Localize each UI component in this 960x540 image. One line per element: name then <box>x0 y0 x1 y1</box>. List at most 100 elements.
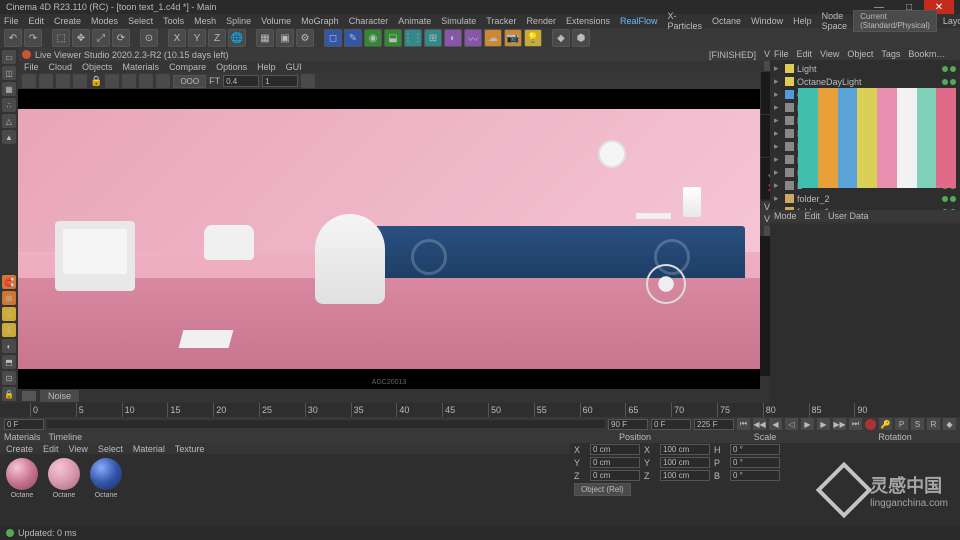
lv-menu-options[interactable]: Options <box>216 62 247 72</box>
last-tool[interactable]: ⊙ <box>140 29 158 47</box>
snap-icon[interactable]: 🧲 <box>2 275 16 289</box>
texture-mode-icon[interactable]: ▦ <box>2 82 16 96</box>
obj-menu-view[interactable]: View <box>820 49 839 59</box>
autokey-button[interactable]: 🔑 <box>879 418 892 430</box>
material-grid[interactable]: Octane Octane Octane <box>0 454 570 526</box>
lv-menu-cloud[interactable]: Cloud <box>49 62 73 72</box>
obj-menu-file[interactable]: File <box>774 49 789 59</box>
lv-play-button[interactable] <box>22 74 36 88</box>
lv-value-2[interactable] <box>262 75 298 87</box>
undo-button[interactable]: ↶ <box>4 29 22 47</box>
material-item[interactable]: Octane <box>46 458 82 522</box>
render-view-button[interactable]: ▦ <box>256 29 274 47</box>
prev-key-button[interactable]: ◀◀ <box>753 418 766 430</box>
misc-icon-3[interactable]: ⊡ <box>2 371 16 385</box>
lv-menu-gui[interactable]: GUI <box>286 62 302 72</box>
deformer-icon[interactable]: 〰 <box>464 29 482 47</box>
light-icon[interactable]: 💡 <box>524 29 542 47</box>
effector-icon[interactable]: ⊞ <box>424 29 442 47</box>
attribute-panel[interactable] <box>770 224 960 415</box>
move-tool[interactable]: ✥ <box>72 29 90 47</box>
noise-tab[interactable]: Noise <box>40 390 79 402</box>
record-button[interactable] <box>865 419 876 430</box>
object-row[interactable]: ▸folder_2 <box>772 192 958 205</box>
menu-octane[interactable]: Octane <box>712 16 741 26</box>
lv-stop-button[interactable] <box>56 74 70 88</box>
redo-button[interactable]: ↷ <box>24 29 42 47</box>
key-pos-button[interactable]: P <box>895 418 908 430</box>
model-mode-icon[interactable]: ▭ <box>2 50 16 64</box>
field-icon[interactable]: ◐ <box>444 29 462 47</box>
spline-primitive[interactable]: ✎ <box>344 29 362 47</box>
render-pv-button[interactable]: ▣ <box>276 29 294 47</box>
environment-icon[interactable]: ☁ <box>484 29 502 47</box>
select-tool[interactable]: ⬚ <box>52 29 70 47</box>
object-list[interactable]: ▸Light▸OctaneDayLight▸CAM▸L▸L▸L▸L▸L▸L▸L▸… <box>770 60 960 210</box>
lv-pause-button[interactable] <box>39 74 53 88</box>
lv-menu-help[interactable]: Help <box>257 62 276 72</box>
menu-extensions[interactable]: Extensions <box>566 16 610 26</box>
menu-create[interactable]: Create <box>54 16 81 26</box>
point-mode-icon[interactable]: ∴ <box>2 98 16 112</box>
rotate-tool[interactable]: ⟳ <box>112 29 130 47</box>
frame-current-input[interactable] <box>651 419 691 430</box>
material-item[interactable]: Octane <box>88 458 124 522</box>
menu-tracker[interactable]: Tracker <box>486 16 516 26</box>
menu-render[interactable]: Render <box>526 16 556 26</box>
menu-realflow[interactable]: RealFlow <box>620 16 658 26</box>
obj-menu-tags[interactable]: Tags <box>881 49 900 59</box>
attr-menu-mode[interactable]: Mode <box>774 211 797 221</box>
nodespace-dropdown[interactable]: Current (Standard/Physical) <box>853 10 937 32</box>
goto-start-button[interactable]: ⏮ <box>737 418 750 430</box>
menu-select[interactable]: Select <box>128 16 153 26</box>
frame-to-input[interactable] <box>694 419 734 430</box>
subdiv-generator[interactable]: ◉ <box>364 29 382 47</box>
tab-materials[interactable]: Materials <box>4 432 41 442</box>
menu-spline[interactable]: Spline <box>226 16 251 26</box>
misc-icon-2[interactable]: ⬒ <box>2 355 16 369</box>
pos-input[interactable] <box>590 457 640 468</box>
obj-menu-edit[interactable]: Edit <box>797 49 813 59</box>
material-item[interactable]: Octane <box>4 458 40 522</box>
mat-menu-create[interactable]: Create <box>6 444 33 454</box>
extra-tool-1[interactable]: ◆ <box>552 29 570 47</box>
menu-character[interactable]: Character <box>349 16 389 26</box>
menu-animate[interactable]: Animate <box>398 16 431 26</box>
menu-mesh[interactable]: Mesh <box>194 16 216 26</box>
skype-icon[interactable]: S <box>2 307 16 321</box>
mat-menu-material[interactable]: Material <box>133 444 165 454</box>
noise-thumb[interactable] <box>22 391 36 401</box>
lock-icon[interactable]: 🔒 <box>2 387 16 401</box>
frame-start-input[interactable] <box>4 419 44 430</box>
lv-region-button[interactable] <box>122 74 136 88</box>
misc-icon-1[interactable]: ◐ <box>2 339 16 353</box>
lv-value-1[interactable] <box>223 75 259 87</box>
lv-menu-file[interactable]: File <box>24 62 39 72</box>
edge-mode-icon[interactable]: △ <box>2 114 16 128</box>
coord-header-rotation[interactable]: Rotation <box>830 431 960 443</box>
object-row[interactable]: ▸folder_1 <box>772 205 958 210</box>
lv-save-button[interactable] <box>301 74 315 88</box>
world-toggle[interactable]: 🌐 <box>228 29 246 47</box>
coord-header-position[interactable]: Position <box>570 431 700 443</box>
key-rot-button[interactable]: R <box>927 418 940 430</box>
next-key-button[interactable]: ▶▶ <box>833 418 846 430</box>
lv-menu-materials[interactable]: Materials <box>123 62 160 72</box>
render-settings-button[interactable]: ⚙ <box>296 29 314 47</box>
axis-y-toggle[interactable]: Y <box>188 29 206 47</box>
tab-timeline[interactable]: Timeline <box>49 432 83 442</box>
coord-mode-dropdown[interactable]: Object (Rel) <box>574 483 631 496</box>
menu-window[interactable]: Window <box>751 16 783 26</box>
poly-mode-icon[interactable]: ▲ <box>2 130 16 144</box>
play-back-button[interactable]: ◁ <box>785 418 798 430</box>
play-button[interactable]: ▶ <box>801 418 814 430</box>
mat-menu-view[interactable]: View <box>69 444 88 454</box>
scale-tool[interactable]: ⤢ <box>92 29 110 47</box>
object-row[interactable]: ▸OctaneDayLight <box>772 75 958 88</box>
lv-menu-compare[interactable]: Compare <box>169 62 206 72</box>
frame-end-input[interactable] <box>608 419 648 430</box>
pos-input[interactable] <box>590 470 640 481</box>
lv-focus-button[interactable] <box>139 74 153 88</box>
key-param-button[interactable]: ◆ <box>943 418 956 430</box>
scale-input[interactable] <box>660 470 710 481</box>
